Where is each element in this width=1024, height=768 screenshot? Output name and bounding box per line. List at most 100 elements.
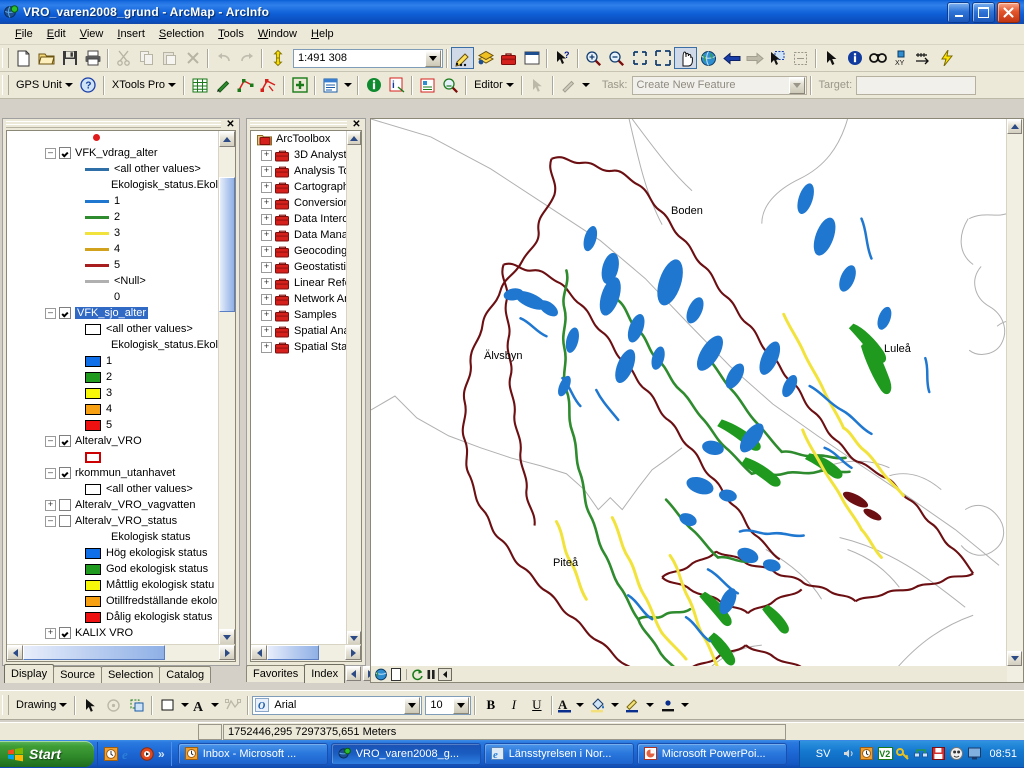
expand-icon[interactable]: + [45, 499, 56, 511]
line-color-icon[interactable] [621, 694, 644, 716]
expand-icon[interactable]: + [261, 213, 272, 225]
pan-icon[interactable] [674, 47, 697, 69]
sketch-tool-icon[interactable] [234, 74, 257, 96]
toolbox-item-network-analys[interactable]: + Network Analys [251, 291, 347, 307]
select-arrow-icon[interactable] [79, 694, 102, 716]
toolbox-horizontal-scrollbar[interactable] [251, 644, 361, 661]
toc-scroll-down-button[interactable] [219, 629, 235, 645]
toolbox-tab-index[interactable]: Index [304, 664, 346, 683]
collapse-icon[interactable]: – [45, 467, 56, 479]
expand-icon[interactable]: + [261, 165, 272, 177]
maximize-button[interactable] [972, 2, 995, 23]
toc-horizontal-scrollbar[interactable] [7, 644, 235, 661]
toc-layer-alteralv-vro-status[interactable]: – Alteralv_VRO_status [7, 513, 219, 529]
marker-color-icon[interactable] [656, 694, 679, 716]
toolbox-item-cartography-to[interactable]: + Cartography To [251, 179, 347, 195]
zoom-out-icon[interactable] [605, 47, 628, 69]
minimize-button[interactable] [947, 2, 970, 23]
map-scroll-up-button[interactable] [1007, 119, 1022, 134]
line-color-dropdown[interactable] [644, 694, 656, 716]
key-icon[interactable] [896, 747, 910, 761]
toc-legend-class[interactable]: <all other values> [7, 321, 219, 337]
fill-symbol-swatch[interactable] [85, 611, 101, 623]
toolbox-item-data-interoper[interactable]: + Data Interoper [251, 211, 347, 227]
toc-tab-selection[interactable]: Selection [100, 666, 161, 683]
toc-legend-class[interactable]: 1 [7, 353, 219, 369]
save-icon[interactable] [58, 47, 81, 69]
map-scroll-down-button[interactable] [1007, 651, 1022, 666]
open-folder-icon[interactable] [35, 47, 58, 69]
collapse-icon[interactable]: – [45, 147, 56, 159]
line-symbol-swatch[interactable] [85, 247, 109, 251]
page-layout-icon[interactable] [390, 667, 402, 681]
fill-symbol-swatch[interactable] [85, 371, 101, 383]
internet-explorer-icon[interactable]: e [122, 747, 136, 762]
toc-layer-vfk-sjo-alter[interactable]: – VFK_sjo_alter [7, 305, 219, 321]
expand-icon[interactable]: + [261, 325, 272, 337]
font-size-dropdown-arrow[interactable] [453, 696, 470, 714]
toolbox-item-analysis-tools[interactable]: + Analysis Tools [251, 163, 347, 179]
fill-bucket-icon[interactable] [586, 694, 609, 716]
toolbox-item-linear-referen[interactable]: + Linear Referen [251, 275, 347, 291]
font-name-dropdown-arrow[interactable] [404, 696, 421, 714]
toc-legend-class[interactable]: Dålig ekologisk status [7, 609, 219, 625]
clear-selection-icon[interactable] [789, 47, 812, 69]
toolbox-item-geocoding-tool[interactable]: + Geocoding Tool [251, 243, 347, 259]
underline-button[interactable]: U [525, 694, 548, 716]
font-size-combo[interactable]: 10 [425, 695, 472, 715]
fill-color-icon[interactable] [156, 694, 179, 716]
line-symbol-swatch[interactable] [85, 263, 109, 267]
layer-visibility-checkbox[interactable] [59, 435, 71, 447]
toc-legend-class[interactable]: 4 [7, 401, 219, 417]
toolbar-grip[interactable] [2, 695, 9, 715]
zoom-selected-icon[interactable] [439, 74, 462, 96]
text-color-icon[interactable]: A [556, 694, 574, 716]
save-icon[interactable] [932, 747, 946, 761]
show-desktop-clock-icon[interactable] [104, 747, 118, 761]
refresh-icon[interactable] [411, 668, 424, 681]
toolbox-tab-prev-button[interactable] [346, 666, 362, 681]
toc-hscroll-thumb[interactable] [23, 645, 165, 660]
map-scale-combo[interactable]: 1:491 308 [293, 48, 443, 68]
toc-legend-class[interactable]: Hög ekologisk status [7, 545, 219, 561]
line-symbol-swatch[interactable] [85, 231, 109, 235]
toc-legend-class[interactable]: 4 [7, 241, 219, 257]
modify-feature-icon[interactable] [257, 74, 280, 96]
toc-legend-class[interactable]: Måttlig ekologisk statu [7, 577, 219, 593]
toc-panel-grip[interactable]: ✕ [3, 119, 239, 130]
print-icon[interactable] [81, 47, 104, 69]
toc-legend-class[interactable]: Otillfredställande ekolo [7, 593, 219, 609]
fill-symbol-swatch[interactable] [85, 403, 101, 415]
collapse-icon[interactable]: – [45, 435, 56, 447]
toolbox-scroll-up-button[interactable] [347, 131, 361, 145]
expand-icon[interactable]: + [261, 245, 272, 257]
toc-layer-vfk-vdrag-alter[interactable]: – VFK_vdrag_alter [7, 145, 219, 161]
toc-legend-class[interactable] [7, 449, 219, 465]
menu-help[interactable]: Help [304, 26, 341, 42]
find-icon[interactable] [866, 47, 889, 69]
toc-layer-alteralv-vro-vagvatten[interactable]: + Alteralv_VRO_vagvatten [7, 497, 219, 513]
toc-scroll-thumb[interactable] [219, 177, 235, 312]
attributes-icon[interactable] [319, 74, 342, 96]
toc-legend-class[interactable]: 5 [7, 417, 219, 433]
toc-legend-class[interactable]: God ekologisk status [7, 561, 219, 577]
toolbox-icon[interactable] [497, 47, 520, 69]
toc-vertical-scrollbar[interactable] [218, 131, 235, 645]
toolbox-tree[interactable]: ArcToolbox+3D Analyst Too+Analysis Tools… [251, 131, 347, 661]
scale-dropdown-arrow[interactable] [425, 49, 441, 67]
zoom-in-icon[interactable] [582, 47, 605, 69]
edit-pencil-icon[interactable] [211, 74, 234, 96]
taskbar-clock[interactable]: 08:51 [989, 748, 1017, 760]
map-data-frame[interactable]: Boden Älvsbyn Luleå Piteå [370, 118, 1024, 683]
media-player-icon[interactable] [140, 747, 154, 761]
vpn-icon[interactable]: V2 [878, 747, 894, 761]
model-builder-icon[interactable] [520, 47, 543, 69]
toc-scroll-left-button[interactable] [7, 645, 23, 660]
hyperlink-icon[interactable] [935, 47, 958, 69]
toc-tab-source[interactable]: Source [53, 666, 102, 683]
expand-icon[interactable]: + [261, 149, 272, 161]
font-name-combo[interactable]: O Arial [252, 695, 423, 715]
toc-legend-class[interactable]: 3 [7, 385, 219, 401]
fixed-zoom-in-icon[interactable] [628, 47, 651, 69]
layer-visibility-checkbox[interactable] [59, 627, 71, 639]
